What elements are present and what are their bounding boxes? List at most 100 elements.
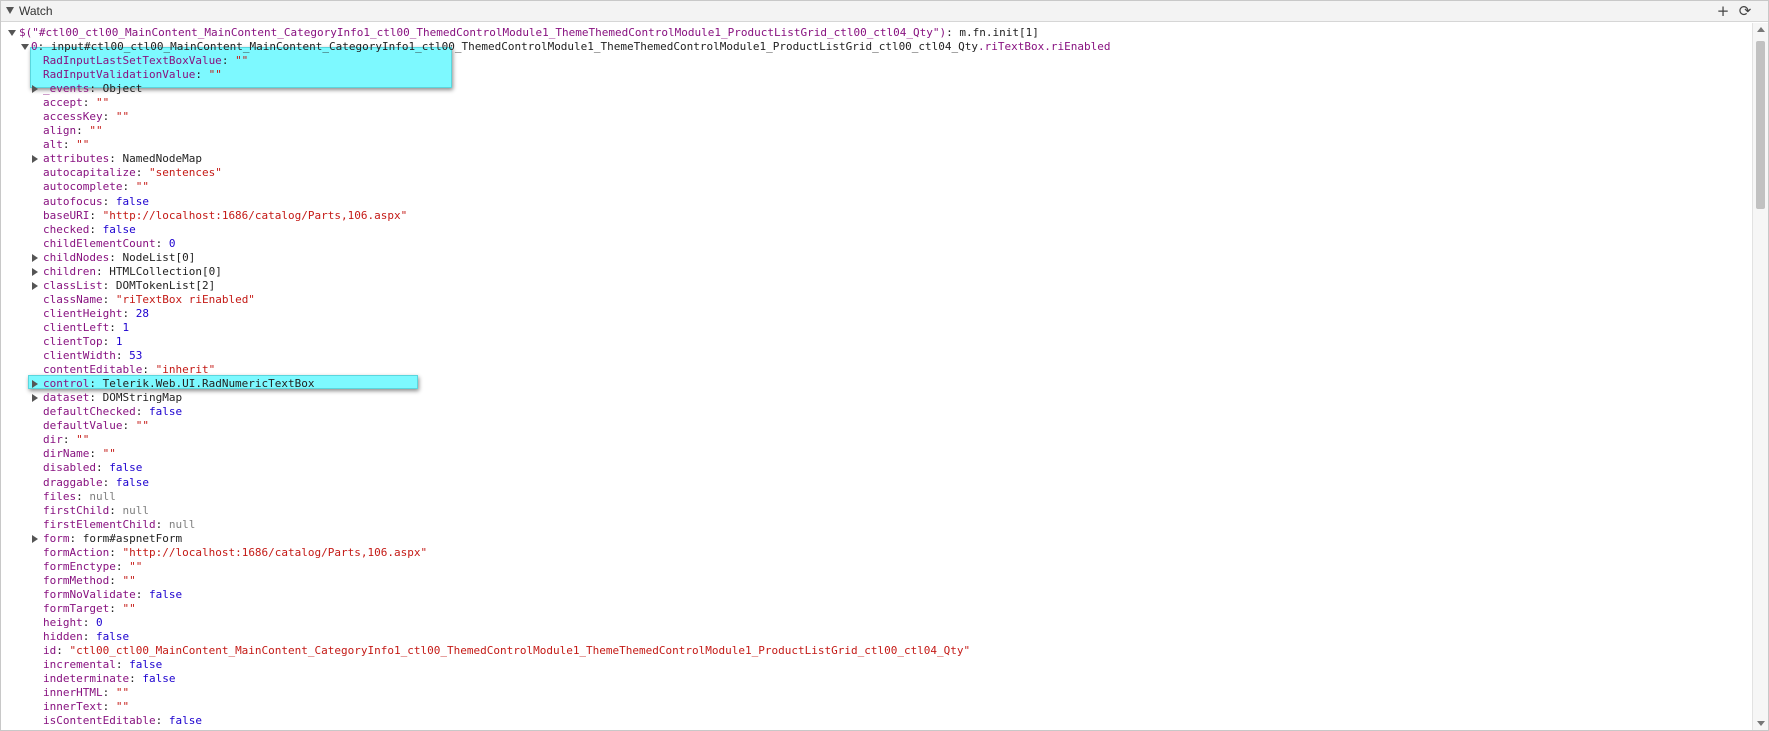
property-value: 1 <box>122 320 130 334</box>
property-key: alt <box>43 138 63 152</box>
property-value: form#aspnetForm <box>82 531 183 545</box>
property-key: contentEditable <box>43 363 143 377</box>
property-value: "ctl00_ctl00_MainContent_MainContent_Cat… <box>69 644 971 658</box>
scroll-down-icon[interactable] <box>1757 721 1765 726</box>
scrollbar-thumb[interactable] <box>1756 41 1765 209</box>
property-key: incremental <box>43 658 116 672</box>
watch-content: $("#ctl00_ctl00_MainContent_MainContent_… <box>1 23 1753 730</box>
property-key: classList <box>43 278 103 292</box>
property-key: formAction <box>43 545 110 559</box>
expand-triangle-icon[interactable] <box>32 267 38 276</box>
property-key: align <box>43 124 77 138</box>
refresh-watch-button[interactable]: ⟳ <box>1736 2 1754 20</box>
property-value: "http://localhost:1686/catalog/Parts,106… <box>102 208 408 222</box>
property-value: "" <box>102 447 116 461</box>
property-value: "" <box>115 686 130 700</box>
collapse-triangle-icon[interactable] <box>6 7 14 14</box>
property-value: DOMStringMap <box>102 391 183 405</box>
property-key: form <box>43 531 70 545</box>
property-key: innerText <box>43 700 103 714</box>
property-key: defaultValue <box>43 419 123 433</box>
property-value: "" <box>122 601 136 615</box>
property-value: "http://localhost:1686/catalog/Parts,106… <box>122 545 428 559</box>
expand-triangle-icon[interactable] <box>32 534 38 543</box>
property-key: innerHTML <box>43 686 103 700</box>
property-value: null <box>89 489 116 503</box>
property-key: accessKey <box>43 110 103 124</box>
property-key: disabled <box>43 461 96 475</box>
property-value: "" <box>96 96 110 110</box>
watch-title: Watch <box>19 4 53 18</box>
property-value: false <box>115 475 149 489</box>
property-key: isContentEditable <box>43 714 156 728</box>
property-value: Object <box>102 82 143 96</box>
property-value: Telerik.Web.UI.RadNumericTextBox <box>102 377 315 391</box>
property-key: formEnctype <box>43 559 116 573</box>
property-value: NodeList[0] <box>122 250 196 264</box>
property-value: "" <box>115 110 130 124</box>
property-key: dataset <box>43 391 90 405</box>
property-value: false <box>96 630 130 644</box>
property-value: "" <box>135 419 149 433</box>
expand-triangle-icon[interactable] <box>32 155 38 164</box>
property-key: formMethod <box>43 573 110 587</box>
watch-header[interactable]: Watch + ⟳ <box>1 1 1768 22</box>
property-key: firstChild <box>43 503 110 517</box>
property-key: RadInputLastSetTextBoxValue <box>43 54 222 67</box>
property-key: children <box>43 264 96 278</box>
property-value: 28 <box>135 306 149 320</box>
property-value: "" <box>122 573 136 587</box>
property-key: autocomplete <box>43 180 123 194</box>
property-value: "" <box>235 54 249 67</box>
expand-triangle-icon[interactable] <box>8 30 16 36</box>
property-key: autofocus <box>43 194 103 208</box>
property-value: false <box>129 658 163 672</box>
property-key: _events <box>43 82 90 96</box>
property-key: className <box>43 292 103 306</box>
property-key: accept <box>43 96 83 110</box>
property-key: RadInputValidationValue <box>43 68 196 82</box>
property-key: baseURI <box>43 208 90 222</box>
property-value: null <box>122 503 149 517</box>
property-value: "riTextBox riEnabled" <box>115 292 255 306</box>
property-value: "" <box>208 68 222 82</box>
property-key: id <box>43 644 57 658</box>
expand-triangle-icon[interactable] <box>32 253 38 262</box>
property-value: 0 <box>96 616 103 629</box>
expand-triangle-icon[interactable] <box>32 85 38 94</box>
watch-panel: Watch + ⟳ $("#ctl00_ctl00_MainContent_Ma… <box>0 0 1769 731</box>
property-value: "inherit" <box>155 363 216 377</box>
property-value: "" <box>135 180 149 194</box>
property-key: checked <box>43 222 90 236</box>
property-key: autocapitalize <box>43 166 136 180</box>
property-value: "" <box>89 124 103 138</box>
property-value: "" <box>76 138 90 152</box>
property-key: attributes <box>43 152 110 166</box>
property-value: false <box>168 714 202 728</box>
property-value: false <box>102 222 136 236</box>
property-value: false <box>109 461 143 475</box>
vertical-scrollbar[interactable] <box>1752 23 1768 730</box>
expand-triangle-icon[interactable] <box>32 281 38 290</box>
property-key: control <box>43 377 90 391</box>
property-value: NamedNodeMap <box>122 152 202 166</box>
property-value: "" <box>115 700 130 714</box>
property-key: clientHeight <box>43 306 123 320</box>
expand-triangle-icon[interactable] <box>32 394 38 403</box>
property-key: dir <box>43 433 63 447</box>
property-key: formTarget <box>43 601 110 615</box>
property-value: "" <box>129 559 143 573</box>
property-value: "sentences" <box>148 166 222 180</box>
property-key: indeterminate <box>43 672 130 686</box>
add-watch-button[interactable]: + <box>1714 2 1732 20</box>
property-key: files <box>43 489 77 503</box>
property-key: dirName <box>43 447 90 461</box>
property-value: false <box>142 672 176 686</box>
property-value: false <box>148 587 183 601</box>
scroll-up-icon[interactable] <box>1757 27 1765 32</box>
expression-result: m.fn.init[1] <box>959 26 1039 39</box>
property-key: draggable <box>43 475 103 489</box>
expand-triangle-icon[interactable] <box>21 44 29 50</box>
expand-triangle-icon[interactable] <box>32 380 38 389</box>
property-value: 1 <box>115 335 123 348</box>
